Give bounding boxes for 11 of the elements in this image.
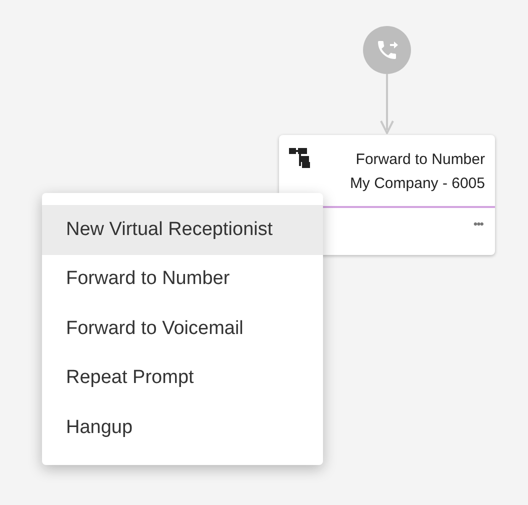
connector-arrow — [380, 74, 394, 134]
more-button[interactable]: ••• — [473, 218, 483, 230]
node-subtitle: My Company - 6005 — [350, 174, 485, 194]
menu-item[interactable]: Forward to Voicemail — [42, 304, 323, 354]
menu-item[interactable]: Repeat Prompt — [42, 354, 323, 403]
call-forward-node-icon[interactable] — [363, 26, 411, 74]
hierarchy-icon — [289, 148, 311, 168]
menu-item[interactable]: Hangup — [42, 403, 323, 452]
node-title: Forward to Number — [356, 150, 485, 170]
menu-item[interactable]: Forward to Number — [42, 254, 323, 304]
menu-item[interactable]: New Virtual Receptionist — [42, 205, 323, 254]
